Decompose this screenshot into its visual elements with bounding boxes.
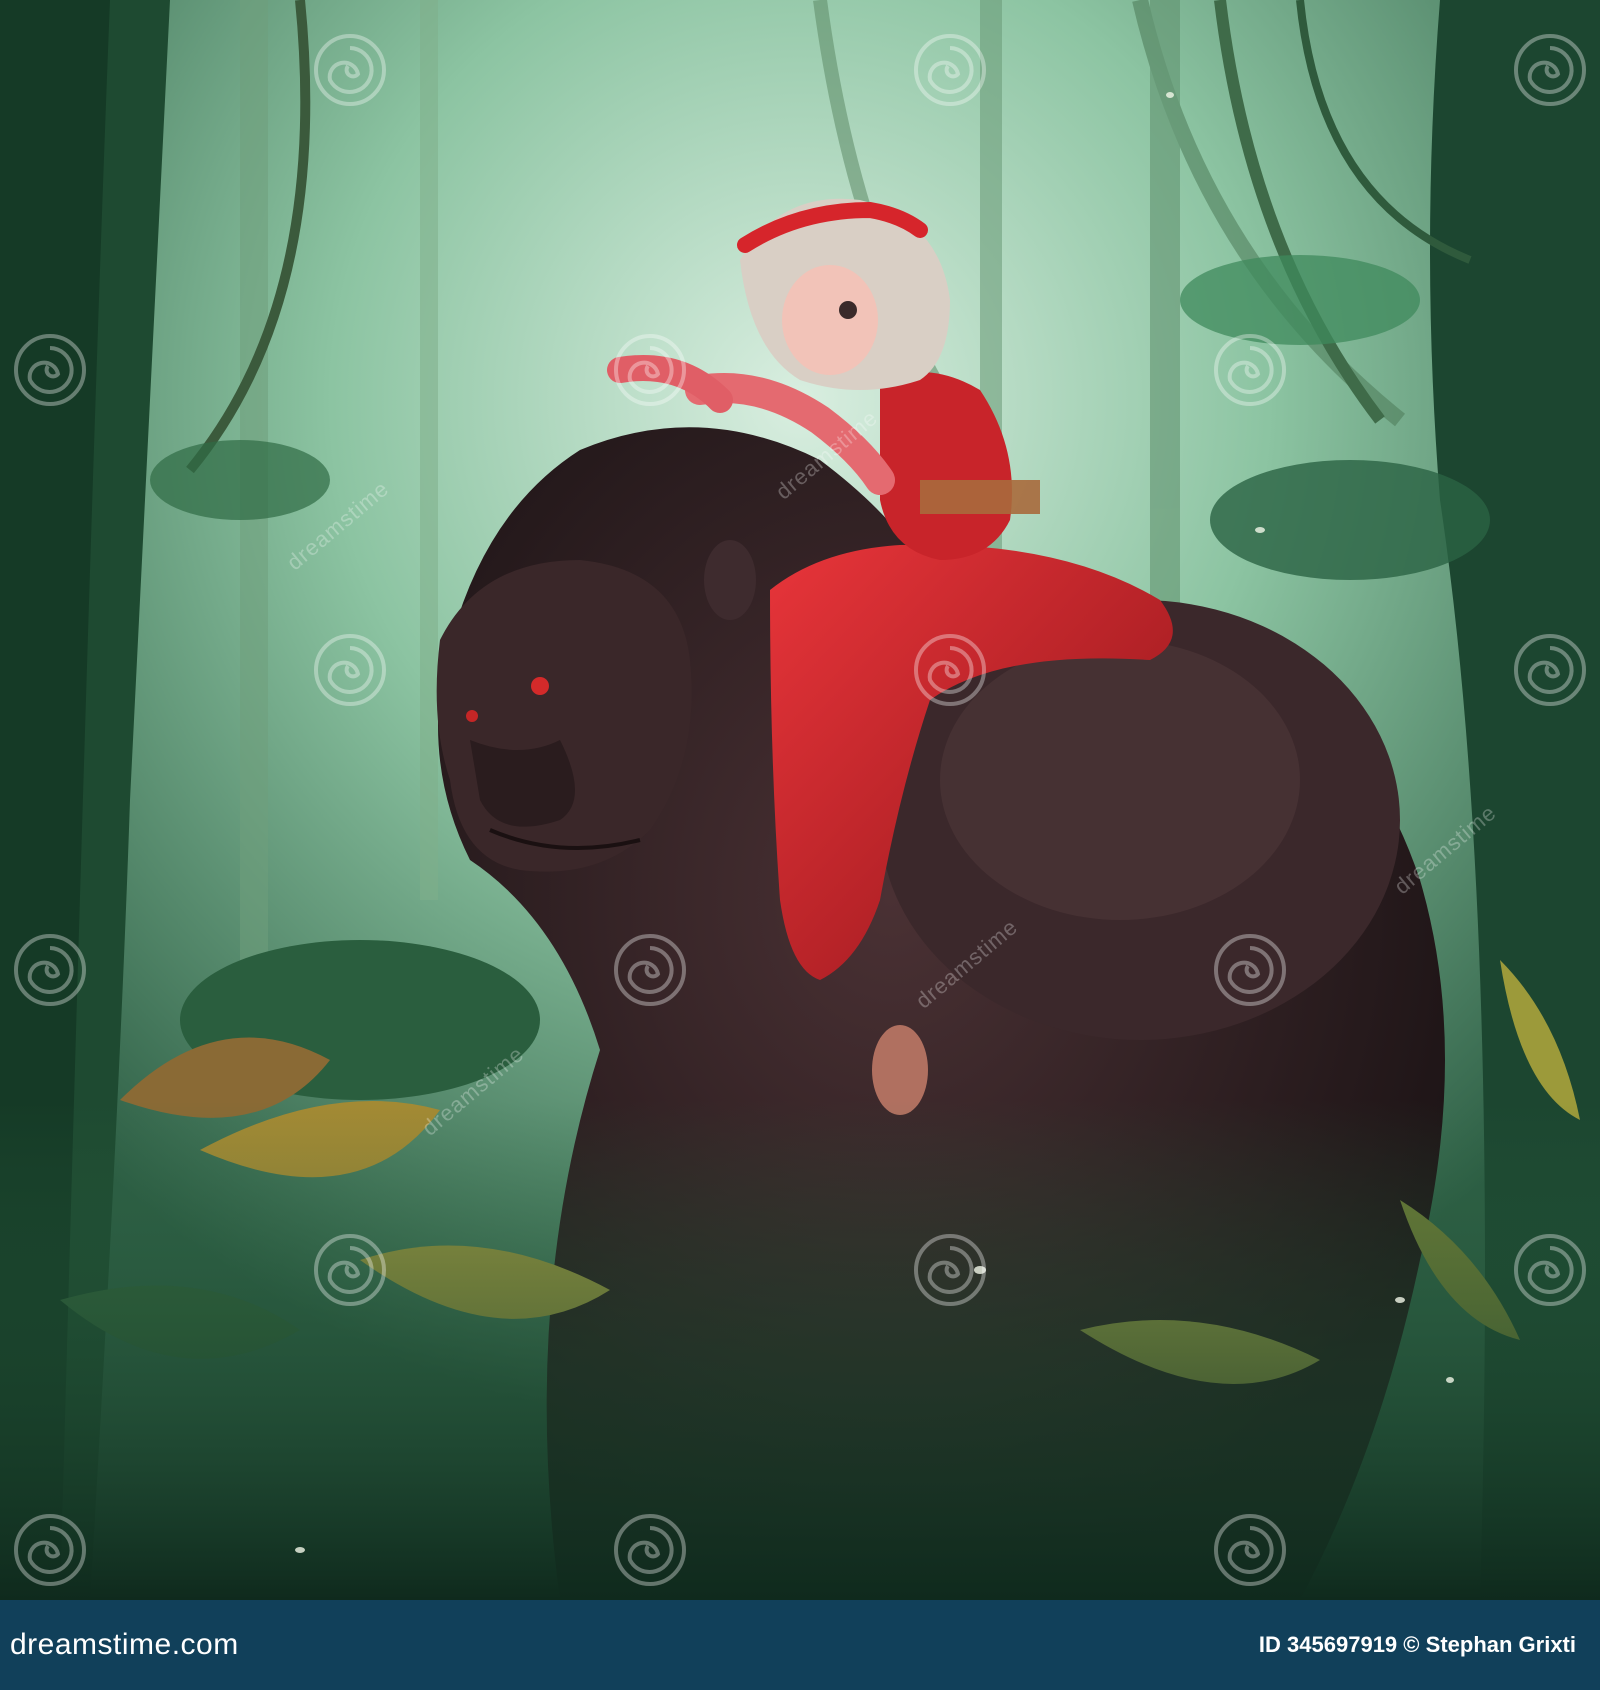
gorilla-eye: [531, 677, 549, 695]
stock-photo-footer: dreamstime.com ID 345697919 © Stephan Gr…: [0, 1600, 1600, 1690]
site-name[interactable]: dreamstime.com: [10, 1628, 239, 1662]
gorilla-ear: [704, 540, 756, 620]
author-name: Stephan Grixti: [1425, 1632, 1576, 1657]
image-credit: ID 345697919 © Stephan Grixti: [1259, 1632, 1576, 1658]
id-value: 345697919: [1287, 1632, 1398, 1657]
copyright-symbol: ©: [1403, 1632, 1420, 1657]
jungle-illustration: dreamstime dreamstime dreamstime dreamst…: [0, 0, 1600, 1600]
id-label: ID: [1258, 1632, 1281, 1657]
